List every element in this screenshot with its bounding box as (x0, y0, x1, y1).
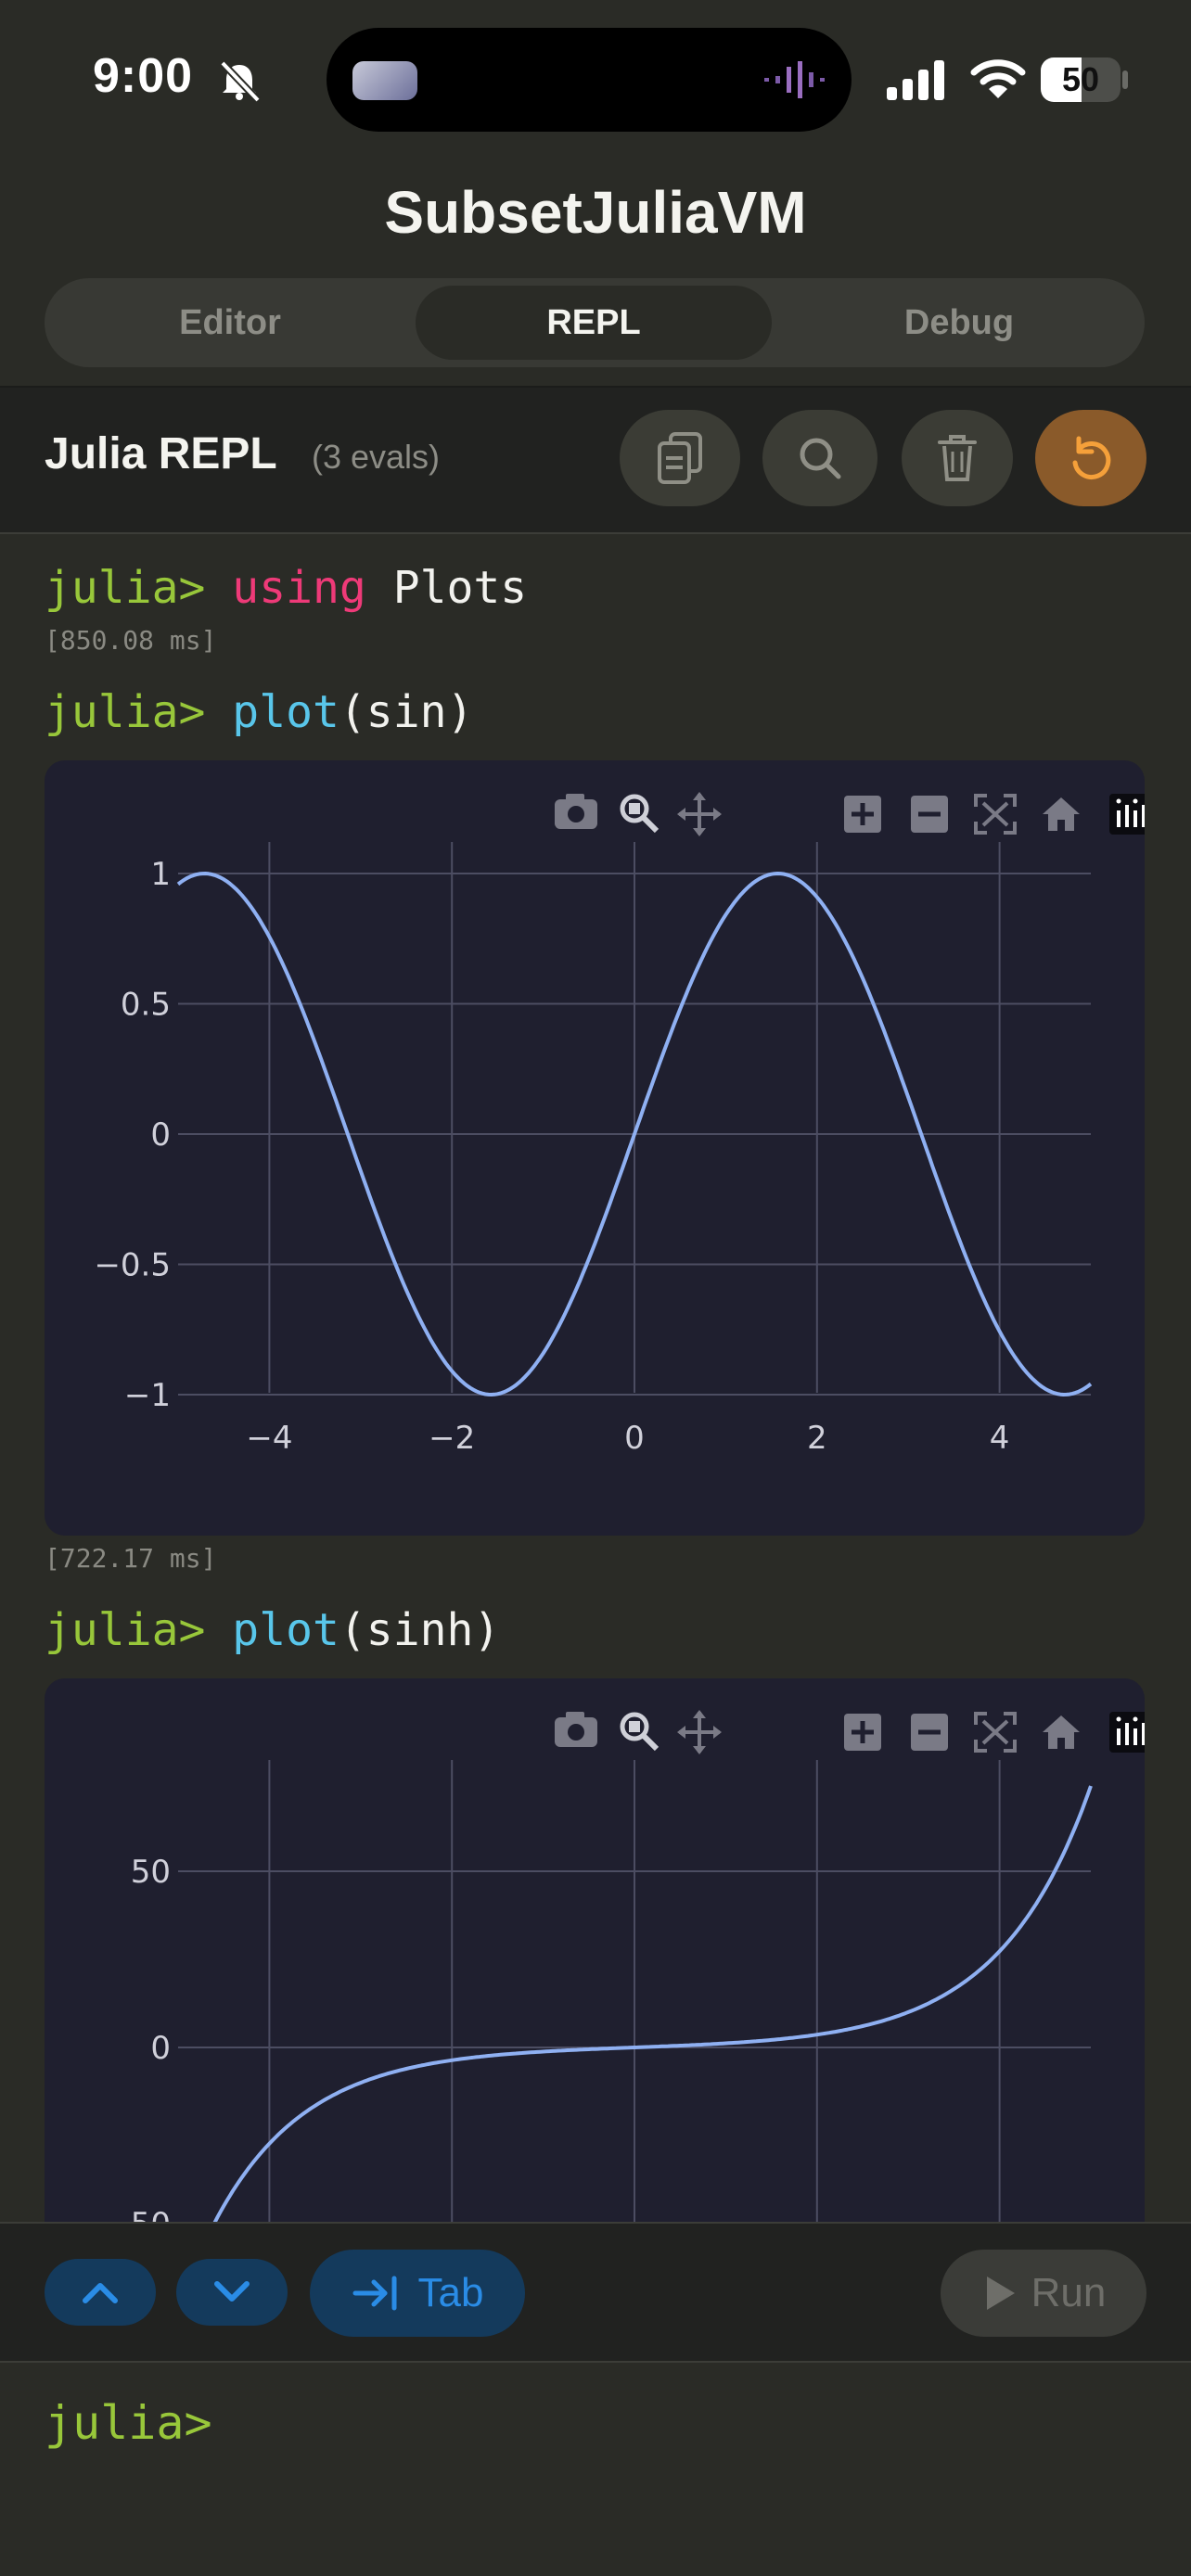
plot-modebar (555, 1710, 1145, 1754)
copy-button[interactable] (620, 410, 740, 506)
prompt: julia> (45, 1604, 206, 1656)
chevron-up-icon (83, 2283, 118, 2303)
camera-icon (555, 1712, 597, 1747)
console-entry-2: julia> plot(sin) (45, 686, 473, 738)
battery-cap (1122, 70, 1128, 89)
run-button[interactable]: Run (941, 2250, 1146, 2337)
code-text: (sin) (339, 686, 474, 738)
battery-icon: 50 (1041, 57, 1121, 102)
wifi-icon (970, 59, 1026, 98)
search-button[interactable] (762, 410, 877, 506)
y-tick-label: 0 (150, 2030, 171, 2067)
reset-button[interactable] (1035, 410, 1146, 506)
tab-label: Tab (417, 2270, 484, 2315)
zoom-out-icon (911, 796, 948, 833)
reset-icon (1072, 436, 1111, 479)
y-tick-label: 0.5 (121, 987, 171, 1024)
eval-timing: [850.08 ms] (45, 625, 217, 656)
function-name: plot (232, 1604, 339, 1656)
copy-icon (658, 432, 702, 484)
battery-level: 50 (1061, 60, 1100, 98)
x-tick-label: 4 (990, 1420, 1010, 1457)
zoom-out-icon (911, 1714, 948, 1751)
audio-wave-icon (764, 61, 825, 98)
trash-icon (938, 435, 977, 481)
y-tick-label: −0.5 (94, 1247, 171, 1284)
run-label: Run (1031, 2270, 1107, 2315)
x-tick-label: −2 (429, 1420, 475, 1457)
zoom-in-icon (844, 1714, 881, 1751)
bell-slash-icon (220, 60, 261, 102)
x-tick-label: −4 (246, 1420, 292, 1457)
search-icon (800, 438, 841, 479)
home-icon (1043, 1715, 1080, 1749)
dynamic-island (327, 28, 852, 132)
grid-lines (178, 1760, 1091, 2235)
eval-count: (3 evals) (312, 438, 441, 476)
zoom-icon (620, 794, 660, 834)
camera-icon (555, 794, 597, 829)
plotly-logo-icon (1109, 794, 1145, 835)
prompt: julia> (45, 686, 206, 738)
tab-arrow-icon (352, 2276, 397, 2311)
clear-button[interactable] (902, 410, 1013, 506)
x-tick-label: 2 (807, 1420, 827, 1457)
autoscale-icon (974, 1712, 1017, 1753)
mode-tabs: Editor REPL Debug (45, 278, 1145, 367)
plotly-logo-icon (1109, 1712, 1145, 1753)
input-prompt[interactable]: julia> (45, 2396, 212, 2450)
sin-chart[interactable]: −4 −2 0 2 4 1 0.5 0 −0.5 −1 (45, 760, 1145, 1536)
prompt: julia> (45, 562, 206, 614)
play-icon (986, 2276, 1015, 2310)
sinh-chart[interactable]: 500−50 (45, 1678, 1145, 2235)
function-name: plot (232, 686, 339, 738)
pan-icon (677, 792, 722, 836)
autoscale-icon (974, 794, 1017, 835)
tab-editor[interactable]: Editor (52, 286, 408, 360)
console-entry-3: julia> plot(sinh) (45, 1604, 500, 1656)
grid-lines (178, 842, 1091, 1396)
zoom-in-icon (844, 796, 881, 833)
pan-icon (677, 1710, 722, 1754)
plot-sinh[interactable]: 50 0 −50 (45, 1678, 1145, 2235)
y-tick-label: 50 (131, 1854, 171, 1891)
tab-debug[interactable]: Debug (781, 286, 1137, 360)
chevron-down-icon (214, 2281, 250, 2302)
zoom-icon (620, 1712, 660, 1752)
repl-title: Julia REPL (45, 429, 277, 478)
status-time: 9:00 (93, 49, 194, 103)
home-icon (1043, 797, 1080, 831)
tab-repl[interactable]: REPL (416, 286, 772, 360)
eval-timing: [722.17 ms] (45, 1543, 217, 1574)
y-tick-label: 0 (150, 1116, 171, 1154)
plot-modebar (555, 792, 1145, 836)
code-text: (sinh) (339, 1604, 501, 1656)
console-entry-1: julia> using Plots (45, 562, 527, 614)
history-down-button[interactable] (176, 2259, 288, 2326)
code-text: Plots (365, 562, 528, 614)
tab-button[interactable]: Tab (310, 2250, 525, 2337)
signal-icon (887, 60, 944, 100)
x-tick-label: 0 (624, 1420, 645, 1457)
y-tick-label: −1 (124, 1377, 171, 1414)
app-title: SubsetJuliaVM (384, 179, 807, 246)
now-playing-artwork (352, 61, 417, 100)
keyword: using (232, 562, 366, 614)
plot-sin[interactable]: −4 −2 0 2 4 1 0.5 0 −0.5 −1 (45, 760, 1145, 1536)
history-up-button[interactable] (45, 2259, 156, 2326)
y-tick-label: 1 (150, 856, 171, 893)
